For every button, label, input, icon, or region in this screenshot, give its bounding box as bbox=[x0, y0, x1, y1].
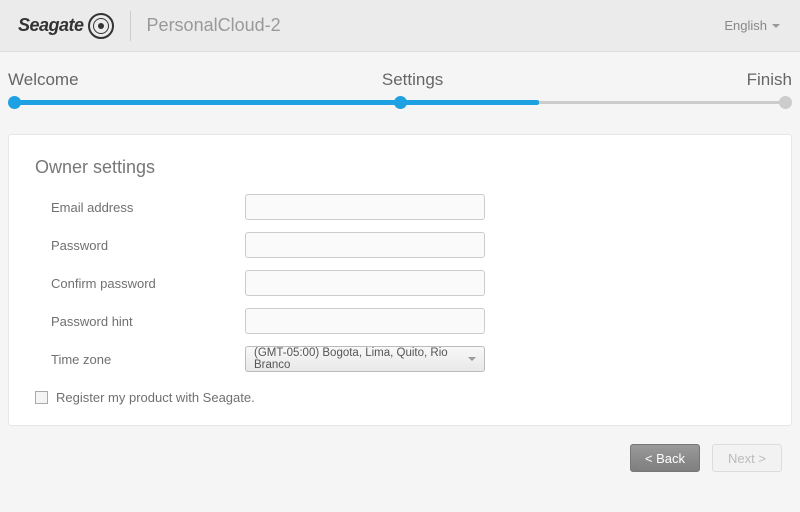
wizard-footer: < Back Next > bbox=[8, 444, 792, 472]
next-button: Next > bbox=[712, 444, 782, 472]
step-finish: Finish bbox=[747, 70, 792, 90]
brand-logo: Seagate bbox=[18, 13, 114, 39]
timezone-value: (GMT-05:00) Bogota, Lima, Quito, Rio Bra… bbox=[254, 347, 468, 371]
timezone-label: Time zone bbox=[35, 352, 245, 367]
timezone-select[interactable]: (GMT-05:00) Bogota, Lima, Quito, Rio Bra… bbox=[245, 346, 485, 372]
language-selector[interactable]: English bbox=[724, 18, 780, 33]
step-node-2 bbox=[394, 96, 407, 109]
password-field[interactable] bbox=[245, 232, 485, 258]
back-button[interactable]: < Back bbox=[630, 444, 700, 472]
step-labels: Welcome Settings Finish bbox=[8, 70, 792, 90]
email-field[interactable] bbox=[245, 194, 485, 220]
card-title: Owner settings bbox=[35, 157, 765, 178]
chevron-down-icon bbox=[772, 24, 780, 28]
confirm-password-field[interactable] bbox=[245, 270, 485, 296]
row-confirm: Confirm password bbox=[35, 270, 765, 296]
step-welcome: Welcome bbox=[8, 70, 79, 90]
password-hint-label: Password hint bbox=[35, 314, 245, 329]
app-header: Seagate PersonalCloud-2 English bbox=[0, 0, 800, 52]
track-fill bbox=[14, 100, 539, 105]
row-password: Password bbox=[35, 232, 765, 258]
step-node-3 bbox=[779, 96, 792, 109]
password-hint-field[interactable] bbox=[245, 308, 485, 334]
seagate-spiral-icon bbox=[88, 13, 114, 39]
header-divider bbox=[130, 11, 131, 41]
step-node-1 bbox=[8, 96, 21, 109]
row-email: Email address bbox=[35, 194, 765, 220]
next-button-label: Next > bbox=[728, 451, 766, 466]
register-label: Register my product with Seagate. bbox=[56, 390, 255, 405]
brand-text: Seagate bbox=[18, 15, 84, 36]
register-row[interactable]: Register my product with Seagate. bbox=[35, 390, 765, 405]
language-label: English bbox=[724, 18, 767, 33]
device-name: PersonalCloud-2 bbox=[147, 15, 281, 36]
row-hint: Password hint bbox=[35, 308, 765, 334]
row-timezone: Time zone (GMT-05:00) Bogota, Lima, Quit… bbox=[35, 346, 765, 372]
back-button-label: < Back bbox=[645, 451, 685, 466]
chevron-down-icon bbox=[468, 357, 476, 361]
step-settings: Settings bbox=[382, 70, 443, 90]
wizard-container: Welcome Settings Finish Owner settings E… bbox=[0, 52, 800, 472]
owner-settings-card: Owner settings Email address Password Co… bbox=[8, 134, 792, 426]
password-label: Password bbox=[35, 238, 245, 253]
register-checkbox[interactable] bbox=[35, 391, 48, 404]
progress-steps: Welcome Settings Finish bbox=[8, 70, 792, 110]
progress-track bbox=[8, 96, 792, 110]
confirm-password-label: Confirm password bbox=[35, 276, 245, 291]
email-label: Email address bbox=[35, 200, 245, 215]
